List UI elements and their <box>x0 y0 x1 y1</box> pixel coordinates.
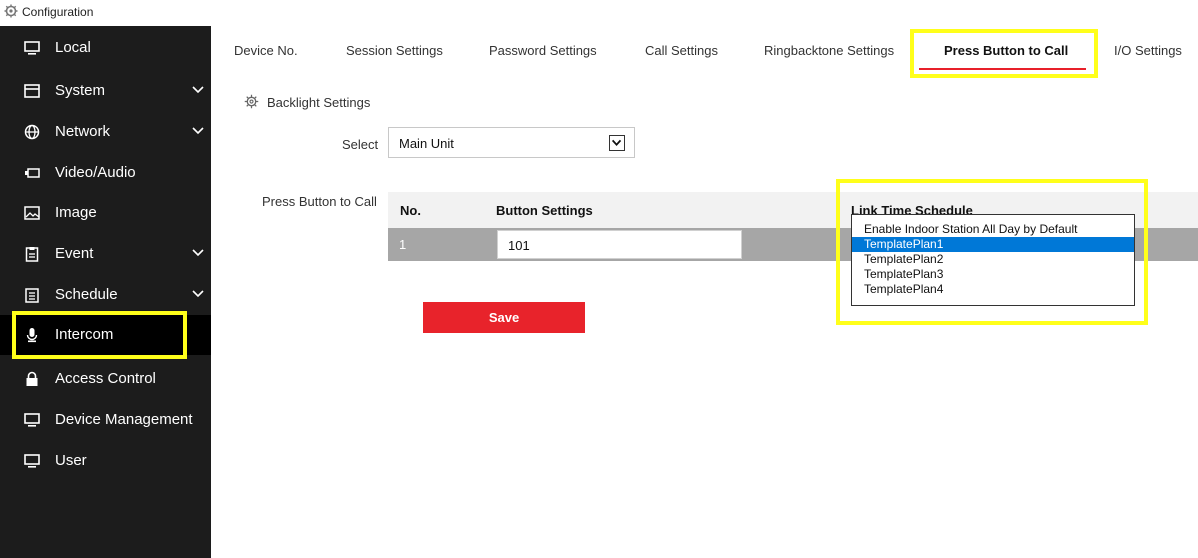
dropdown-option[interactable]: TemplatePlan2 <box>852 252 1134 267</box>
monitor-icon <box>24 41 40 55</box>
sidebar-item-label: Access Control <box>55 370 156 387</box>
title-bar: Configuration <box>0 0 1198 26</box>
microphone-icon <box>26 328 38 343</box>
clipboard-icon <box>25 247 39 262</box>
app-title: Configuration <box>22 5 94 19</box>
tab-press-button-to-call[interactable]: Press Button to Call <box>944 43 1068 58</box>
monitor-icon <box>24 413 40 427</box>
press-button-label: Press Button to Call <box>262 194 377 209</box>
sidebar-item-label: Video/Audio <box>55 164 136 181</box>
active-indicator <box>12 315 16 355</box>
lock-icon <box>26 371 38 386</box>
unit-select[interactable]: Main Unit <box>388 127 635 158</box>
sidebar-item-network[interactable]: Network <box>0 112 211 152</box>
gear-icon <box>244 94 259 109</box>
calendar-icon <box>25 288 39 303</box>
sidebar-item-event[interactable]: Event <box>0 234 211 274</box>
unit-select-value: Main Unit <box>399 136 454 151</box>
image-icon <box>24 206 40 220</box>
sidebar-item-schedule[interactable]: Schedule <box>0 275 211 315</box>
tab-io-settings[interactable]: I/O Settings <box>1114 43 1182 58</box>
link-time-schedule-dropdown[interactable]: Enable Indoor Station All Day by Default… <box>851 214 1135 306</box>
section-title: Backlight Settings <box>267 95 371 110</box>
chevron-down-icon <box>611 139 622 147</box>
chevron-down-icon <box>192 249 204 257</box>
sidebar-item-label: Event <box>55 245 94 262</box>
chevron-down-icon <box>192 127 204 135</box>
camera-icon <box>25 168 40 178</box>
sidebar: Local System Network Video/Audio Image E… <box>0 26 211 558</box>
sidebar-item-access-control[interactable]: Access Control <box>0 359 211 399</box>
button-settings-value: 101 <box>508 238 530 253</box>
sidebar-item-intercom[interactable]: Intercom <box>0 315 211 355</box>
dropdown-option[interactable]: Enable Indoor Station All Day by Default <box>852 222 1134 237</box>
sidebar-item-label: Image <box>55 204 97 221</box>
dropdown-option-selected[interactable]: TemplatePlan1 <box>852 237 1134 252</box>
globe-icon <box>24 124 40 140</box>
monitor-icon <box>24 454 40 468</box>
tab-device-no[interactable]: Device No. <box>234 43 298 58</box>
column-header-no: No. <box>400 203 421 218</box>
dropdown-toggle[interactable] <box>609 135 625 151</box>
sidebar-item-image[interactable]: Image <box>0 193 211 233</box>
select-label: Select <box>342 137 379 152</box>
chevron-down-icon <box>192 86 204 94</box>
sidebar-item-system[interactable]: System <box>0 71 211 111</box>
sidebar-item-label: Schedule <box>55 286 118 303</box>
sidebar-item-label: Local <box>55 39 91 56</box>
dropdown-option[interactable]: TemplatePlan4 <box>852 282 1134 297</box>
sidebar-item-device-management[interactable]: Device Management <box>0 400 211 440</box>
column-header-button-settings: Button Settings <box>496 203 593 218</box>
sidebar-item-label: System <box>55 82 106 99</box>
sidebar-item-label: Intercom <box>55 326 114 343</box>
sidebar-item-label: Network <box>55 123 111 140</box>
window-icon <box>24 84 40 98</box>
save-button[interactable]: Save <box>423 302 585 333</box>
row-number: 1 <box>399 237 407 252</box>
tab-session-settings[interactable]: Session Settings <box>346 43 443 58</box>
sidebar-item-video-audio[interactable]: Video/Audio <box>0 153 211 193</box>
app-root: Configuration Local System Network Video… <box>0 0 1198 558</box>
sidebar-item-local[interactable]: Local <box>0 28 211 68</box>
sidebar-item-user[interactable]: User <box>0 441 211 481</box>
sidebar-item-label: Device Management <box>55 411 193 428</box>
tab-ringbacktone-settings[interactable]: Ringbacktone Settings <box>764 43 894 58</box>
chevron-down-icon <box>192 290 204 298</box>
active-tab-underline <box>919 68 1086 70</box>
sidebar-item-label: User <box>55 452 87 469</box>
button-settings-input[interactable]: 101 <box>497 230 742 259</box>
dropdown-option[interactable]: TemplatePlan3 <box>852 267 1134 282</box>
tab-call-settings[interactable]: Call Settings <box>645 43 718 58</box>
configuration-icon <box>4 4 18 18</box>
tab-password-settings[interactable]: Password Settings <box>489 43 597 58</box>
